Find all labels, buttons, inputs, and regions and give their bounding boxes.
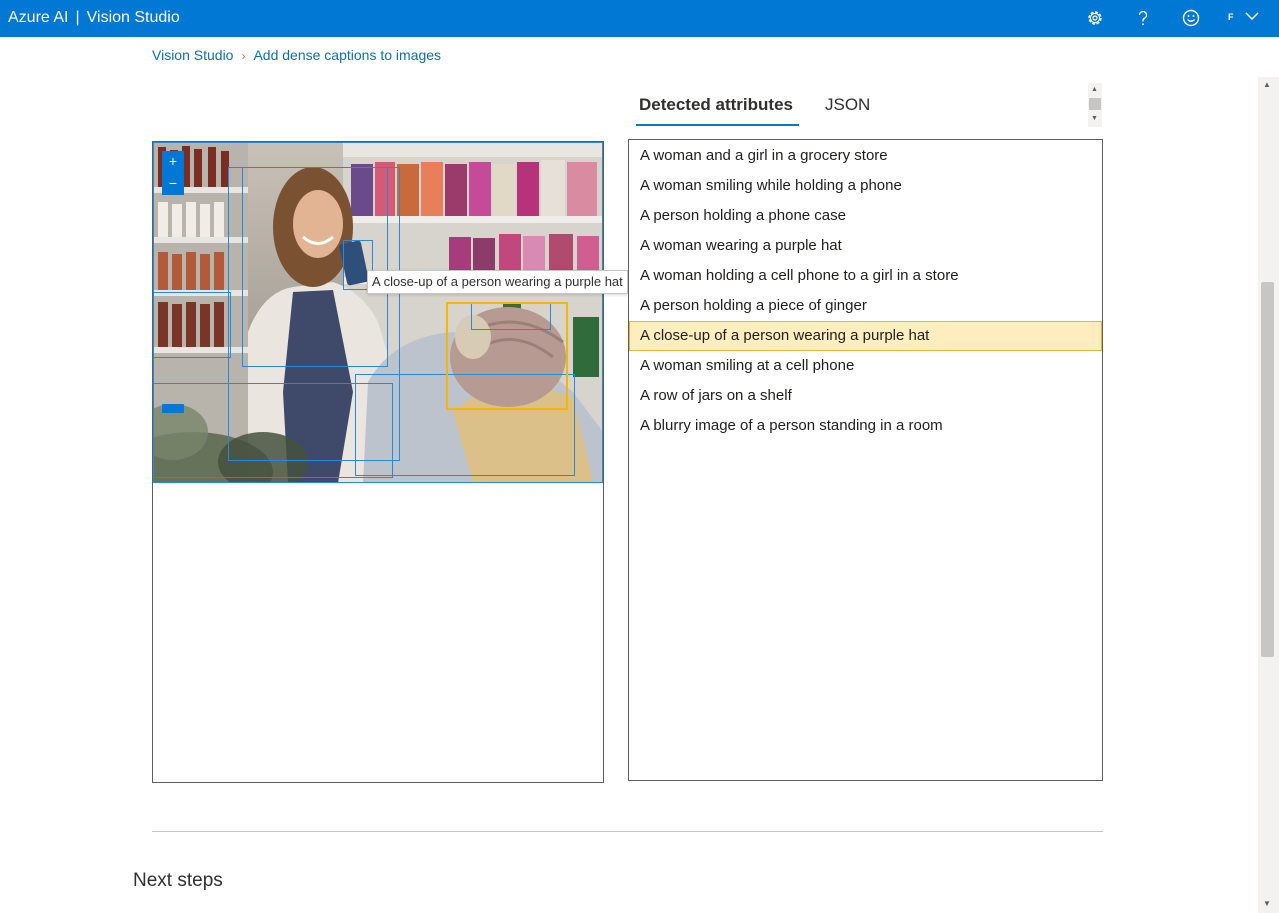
- zoom-out-button[interactable]: −: [162, 173, 184, 195]
- active-tab-indicator: [636, 124, 799, 126]
- help-question-icon[interactable]: [1131, 6, 1155, 30]
- caption-item[interactable]: A blurry image of a person standing in a…: [629, 411, 1102, 441]
- bbox-tooltip: A close-up of a person wearing a purple …: [367, 270, 628, 294]
- caption-item-selected[interactable]: A close-up of a person wearing a purple …: [629, 321, 1102, 351]
- breadcrumb-separator: ›: [241, 49, 246, 63]
- tab-json[interactable]: JSON: [825, 90, 870, 120]
- bbox-closeup-purple-hat-selected[interactable]: [446, 302, 568, 410]
- page-scrollbar[interactable]: ▲ ▼: [1258, 77, 1279, 913]
- page-scroll-thumb[interactable]: [1261, 282, 1274, 657]
- caption-item[interactable]: A person holding a piece of ginger: [629, 291, 1102, 321]
- brand[interactable]: Azure AI | Vision Studio: [8, 8, 180, 28]
- zoom-in-button[interactable]: +: [162, 151, 184, 173]
- brand-separator: |: [75, 9, 80, 26]
- breadcrumb: Vision Studio › Add dense captions to imag…: [152, 47, 441, 63]
- tabs-scrollbar[interactable]: ▲ ▼: [1088, 83, 1102, 127]
- caption-item[interactable]: A woman smiling while holding a phone: [629, 171, 1102, 201]
- caption-item[interactable]: A woman smiling at a cell phone: [629, 351, 1102, 381]
- next-steps-heading: Next steps: [133, 870, 223, 891]
- breadcrumb-dense-captions[interactable]: Add dense captions to images: [253, 47, 441, 63]
- caption-item[interactable]: A row of jars on a shelf: [629, 381, 1102, 411]
- product-name: Vision Studio: [86, 9, 180, 26]
- image-panel: + −: [152, 141, 604, 783]
- tabs-scroll-thumb[interactable]: [1089, 98, 1101, 110]
- page-scroll-up-icon[interactable]: ▲: [1263, 80, 1271, 89]
- analyzed-image[interactable]: + −: [153, 142, 603, 483]
- page-scroll-down-icon[interactable]: ▼: [1263, 899, 1271, 908]
- caption-item[interactable]: A woman and a girl in a grocery store: [629, 141, 1102, 171]
- settings-gear-icon[interactable]: [1083, 6, 1107, 30]
- top-bar: Azure AI | Vision Studio F: [0, 0, 1279, 37]
- minimap-indicator[interactable]: [162, 404, 184, 413]
- caption-item[interactable]: A woman holding a cell phone to a girl i…: [629, 261, 1102, 291]
- caption-item[interactable]: A person holding a phone case: [629, 201, 1102, 231]
- brand-name: Azure AI: [8, 9, 69, 26]
- scroll-up-icon[interactable]: ▲: [1091, 86, 1098, 94]
- chevron-down-icon[interactable]: [1244, 9, 1260, 28]
- breadcrumb-vision-studio[interactable]: Vision Studio: [152, 47, 233, 63]
- scroll-down-icon[interactable]: ▼: [1091, 115, 1098, 123]
- feedback-smiley-icon[interactable]: [1179, 6, 1203, 30]
- captions-panel: A woman and a girl in a grocery store A …: [628, 139, 1103, 781]
- account-avatar[interactable]: F: [1228, 12, 1234, 22]
- tab-detected-attributes[interactable]: Detected attributes: [639, 90, 793, 120]
- bbox-jars-shelf[interactable]: [153, 292, 231, 358]
- section-divider: [152, 831, 1103, 832]
- caption-item[interactable]: A woman wearing a purple hat: [629, 231, 1102, 261]
